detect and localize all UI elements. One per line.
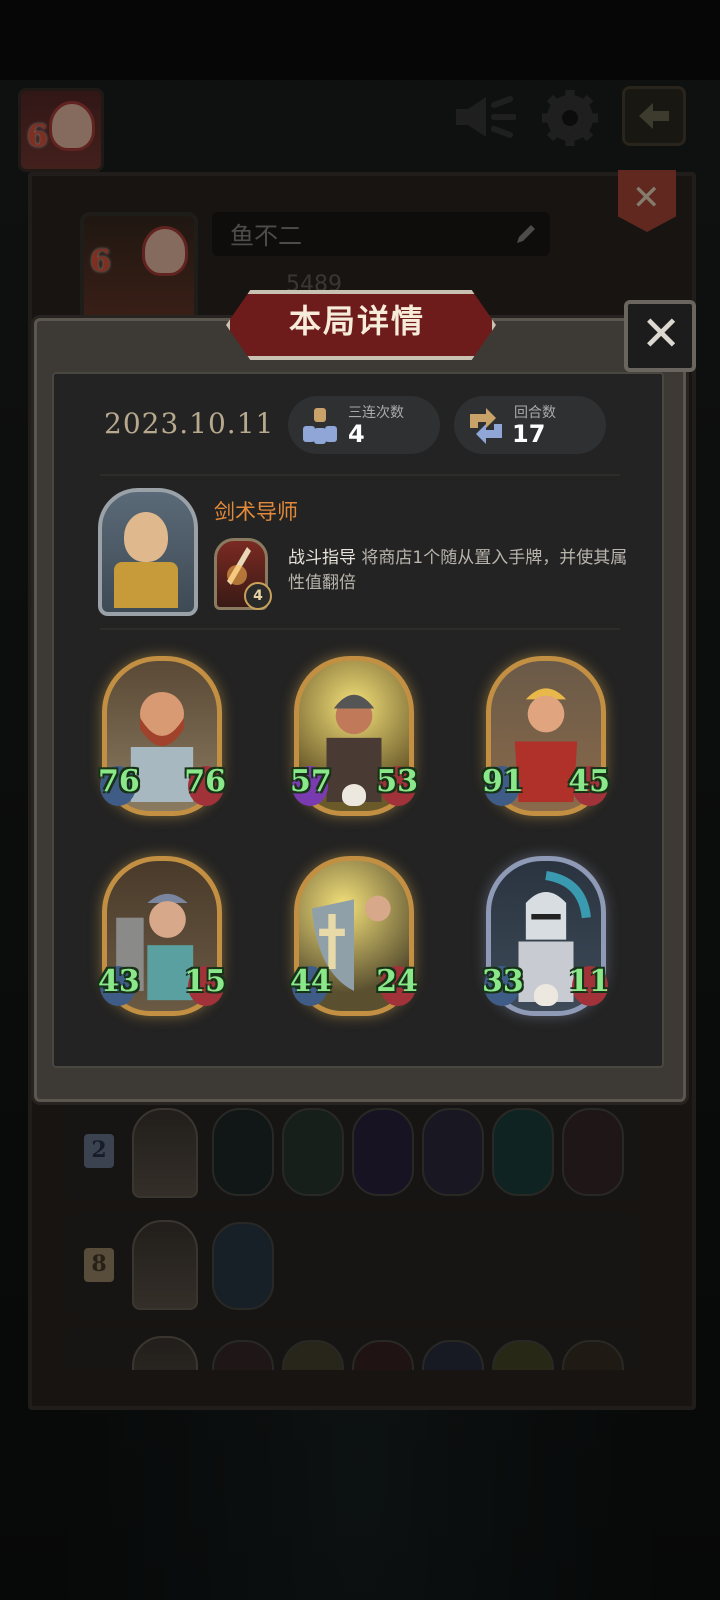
minion-card[interactable]: 44 24 — [290, 856, 418, 1016]
triple-stat: 三连次数 4 — [288, 396, 440, 454]
skull-icon — [534, 984, 558, 1006]
stat-value: 4 — [348, 420, 365, 448]
minion-card[interactable]: 33 11 — [482, 856, 610, 1016]
card-attack: 33 — [482, 964, 524, 999]
match-date: 2023.10.11 — [104, 407, 275, 440]
skull-icon — [342, 784, 366, 806]
card-health: 15 — [184, 964, 226, 999]
hero-portrait — [98, 488, 198, 616]
stat-label: 回合数 — [514, 405, 556, 421]
hero-name: 剑术导师 — [214, 500, 298, 524]
card-health: 45 — [568, 764, 610, 799]
rounds-icon — [470, 408, 502, 444]
minion-card[interactable]: 57 53 — [290, 656, 418, 816]
minion-card[interactable]: 91 45 — [482, 656, 610, 816]
close-icon: ✕ — [641, 306, 682, 362]
stat-value: 17 — [512, 420, 546, 448]
rounds-stat: 回合数 17 — [454, 396, 606, 454]
card-attack: 91 — [482, 764, 524, 799]
skill-description-block: 战斗指导 将商店1个随从置入手牌，并使其属性值翻倍 — [288, 546, 640, 596]
skill-name: 战斗指导 — [288, 548, 356, 568]
card-health: 76 — [184, 764, 226, 799]
divider — [100, 628, 620, 630]
card-health: 53 — [376, 764, 418, 799]
minion-card[interactable]: 43 15 — [98, 856, 226, 1016]
card-health: 24 — [376, 964, 418, 999]
card-attack: 43 — [98, 964, 140, 999]
stat-label: 三连次数 — [348, 405, 404, 421]
minion-card[interactable]: 76 76 — [98, 656, 226, 816]
card-attack: 76 — [98, 764, 140, 799]
hero-face — [124, 512, 168, 562]
modal-title: 本局详情 — [288, 302, 425, 340]
triple-icon — [303, 408, 337, 444]
divider — [100, 474, 620, 476]
modal-close-button[interactable]: ✕ — [624, 300, 696, 372]
hero-armor — [114, 562, 178, 608]
card-health: 11 — [568, 964, 610, 999]
skill-cost: 4 — [244, 582, 272, 610]
card-attack: 44 — [290, 964, 332, 999]
card-attack: 57 — [290, 764, 332, 799]
